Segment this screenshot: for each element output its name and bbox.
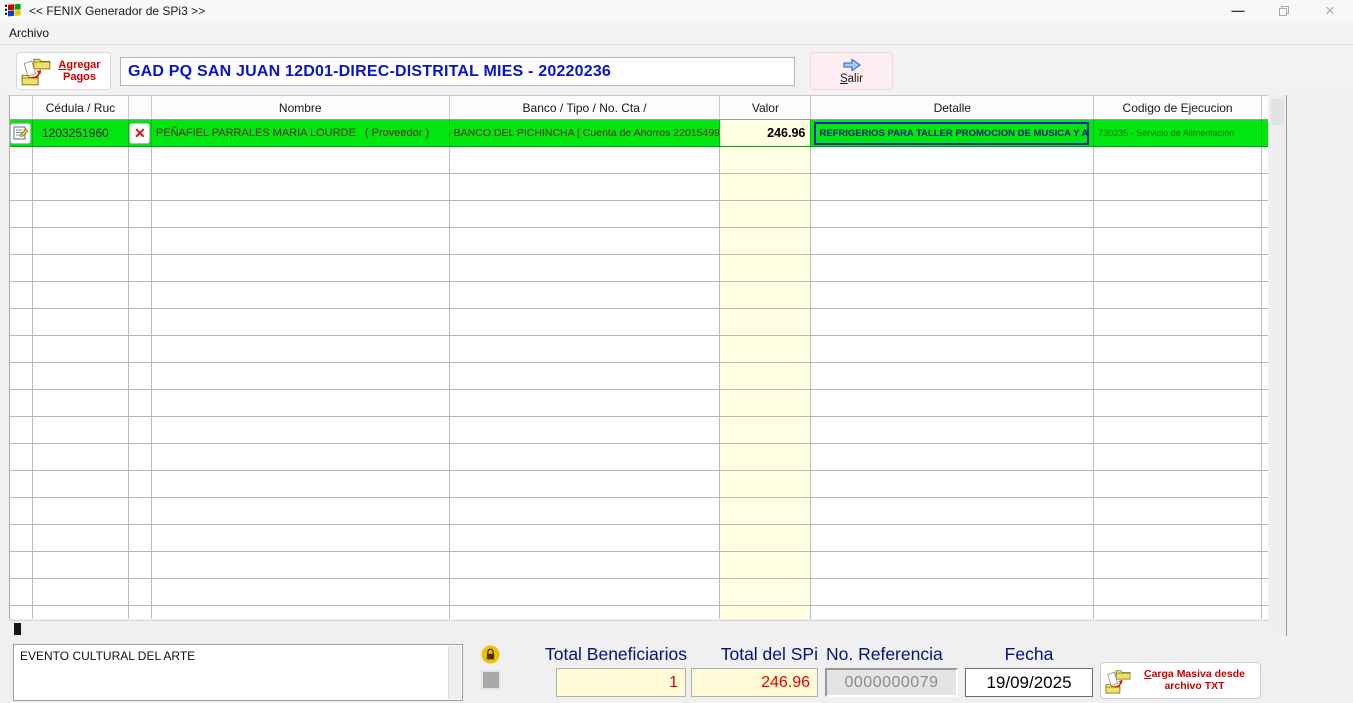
fecha-field[interactable]: 19/09/2025 xyxy=(965,668,1093,697)
no-referencia-field: 0000000079 xyxy=(825,668,958,697)
empty-grid-row xyxy=(10,606,1268,619)
grid-header: Cédula / Ruc Nombre Banco / Tipo / No. C… xyxy=(10,95,1268,120)
header-codigo: Codigo de Ejecucion xyxy=(1094,96,1262,119)
close-icon: × xyxy=(1325,1,1335,20)
header-edit-column xyxy=(10,96,33,119)
row-nombre: PEÑAFIEL PARRALES MARIA LOURDE ( Proveed… xyxy=(152,120,450,146)
footer-panel: EVENTO CULTURAL DEL ARTE Total Beneficia… xyxy=(0,636,1353,703)
title-bar: << FENIX Generador de SPi3 >> — × xyxy=(0,0,1353,22)
salir-button[interactable]: Salir xyxy=(810,52,893,90)
empty-grid-row xyxy=(10,471,1268,498)
header-valor: Valor xyxy=(720,96,812,119)
payment-row-selected[interactable]: 1203251960 ✕ PEÑAFIEL PARRALES MARIA LOU… xyxy=(10,120,1268,147)
header-detalle: Detalle xyxy=(811,96,1095,119)
header-delete-column xyxy=(129,96,152,119)
edit-form-icon xyxy=(13,126,29,139)
grid-vertical-scrollbar[interactable] xyxy=(1268,95,1287,636)
empty-grid-row xyxy=(10,498,1268,525)
header-cedula: Cédula / Ruc xyxy=(33,96,129,119)
row-detalle-focused[interactable]: REFRIGERIOS PARA TALLER PROMOCION DE MUS… xyxy=(814,121,1090,145)
empty-grid-row xyxy=(10,174,1268,201)
empty-grid-row xyxy=(10,363,1268,390)
windows-logo-icon xyxy=(5,3,21,17)
entity-name-field[interactable]: GAD PQ SAN JUAN 12D01-DIREC-DISTRITAL MI… xyxy=(120,57,795,86)
agregar-pagos-label: Agregar Pagos xyxy=(58,59,101,83)
minimize-button[interactable]: — xyxy=(1215,0,1261,22)
empty-grid-row xyxy=(10,282,1268,309)
gray-square-button[interactable] xyxy=(481,670,501,690)
maximize-icon xyxy=(1279,6,1289,16)
copy-folders-icon xyxy=(1105,669,1131,694)
empty-grid-row xyxy=(10,228,1268,255)
grid-rows: 1203251960 ✕ PEÑAFIEL PARRALES MARIA LOU… xyxy=(10,120,1268,619)
delete-row-button[interactable]: ✕ xyxy=(129,122,151,144)
observacion-value: EVENTO CULTURAL DEL ARTE xyxy=(20,649,196,663)
agregar-pagos-button[interactable]: Agregar Pagos xyxy=(16,52,111,90)
minimize-icon: — xyxy=(1231,3,1245,18)
entity-name-value: GAD PQ SAN JUAN 12D01-DIREC-DISTRITAL MI… xyxy=(128,62,612,80)
row-banco: BANCO DEL PICHINCHA [ Cuenta de Ahorros … xyxy=(450,120,721,146)
carga-masiva-label: Carga Masiva desde archivo TXT xyxy=(1144,668,1245,692)
total-beneficiarios-label: Total Beneficiarios xyxy=(544,644,687,664)
observacion-textarea[interactable]: EVENTO CULTURAL DEL ARTE xyxy=(13,644,463,701)
arrow-right-icon xyxy=(843,58,861,71)
fecha-label: Fecha xyxy=(1004,644,1054,664)
empty-grid-row xyxy=(10,309,1268,336)
copy-folders-icon xyxy=(21,58,51,86)
row-cedula: 1203251960 xyxy=(33,120,129,146)
toolbar: Agregar Pagos GAD PQ SAN JUAN 12D01-DIREC… xyxy=(0,44,1353,94)
empty-grid-row xyxy=(10,201,1268,228)
vertical-scroll-thumb[interactable] xyxy=(1271,99,1284,125)
empty-grid-row xyxy=(10,336,1268,363)
empty-grid-row xyxy=(10,417,1268,444)
empty-grid-row xyxy=(10,255,1268,282)
header-nombre: Nombre xyxy=(152,96,450,119)
empty-grid-row xyxy=(10,579,1268,606)
edit-row-button[interactable] xyxy=(10,122,32,144)
observacion-scrollbar[interactable] xyxy=(448,646,461,699)
empty-grid-row xyxy=(10,390,1268,417)
row-detalle-cell[interactable]: REFRIGERIOS PARA TALLER PROMOCION DE MUS… xyxy=(811,120,1095,146)
no-referencia-label: No. Referencia xyxy=(826,644,943,664)
total-spi-field: 246.96 xyxy=(691,668,818,697)
empty-grid-row xyxy=(10,147,1268,174)
window-title: << FENIX Generador de SPi3 >> xyxy=(29,4,206,18)
header-banco: Banco / Tipo / No. Cta / xyxy=(450,96,721,119)
salir-label: Salir xyxy=(839,72,863,85)
grid-horizontal-scrollbar[interactable] xyxy=(9,620,1268,636)
empty-grid-row xyxy=(10,444,1268,471)
maximize-button[interactable] xyxy=(1261,0,1307,22)
empty-grid-row xyxy=(10,552,1268,579)
menu-archivo[interactable]: Archivo xyxy=(0,24,58,42)
close-button[interactable]: × xyxy=(1307,0,1353,22)
row-valor[interactable]: 246.96 xyxy=(720,120,812,146)
delete-x-icon: ✕ xyxy=(134,125,146,141)
row-codigo: 730235 - Servicio de Alimentación xyxy=(1094,120,1263,146)
menu-bar: Archivo xyxy=(0,22,1353,44)
empty-grid-row xyxy=(10,525,1268,552)
horizontal-scroll-thumb[interactable] xyxy=(14,623,21,635)
total-beneficiarios-field: 1 xyxy=(556,668,686,697)
carga-masiva-button[interactable]: Carga Masiva desde archivo TXT xyxy=(1100,662,1261,699)
payments-grid: Cédula / Ruc Nombre Banco / Tipo / No. C… xyxy=(9,95,1268,619)
total-spi-label: Total del SPi xyxy=(720,644,818,664)
